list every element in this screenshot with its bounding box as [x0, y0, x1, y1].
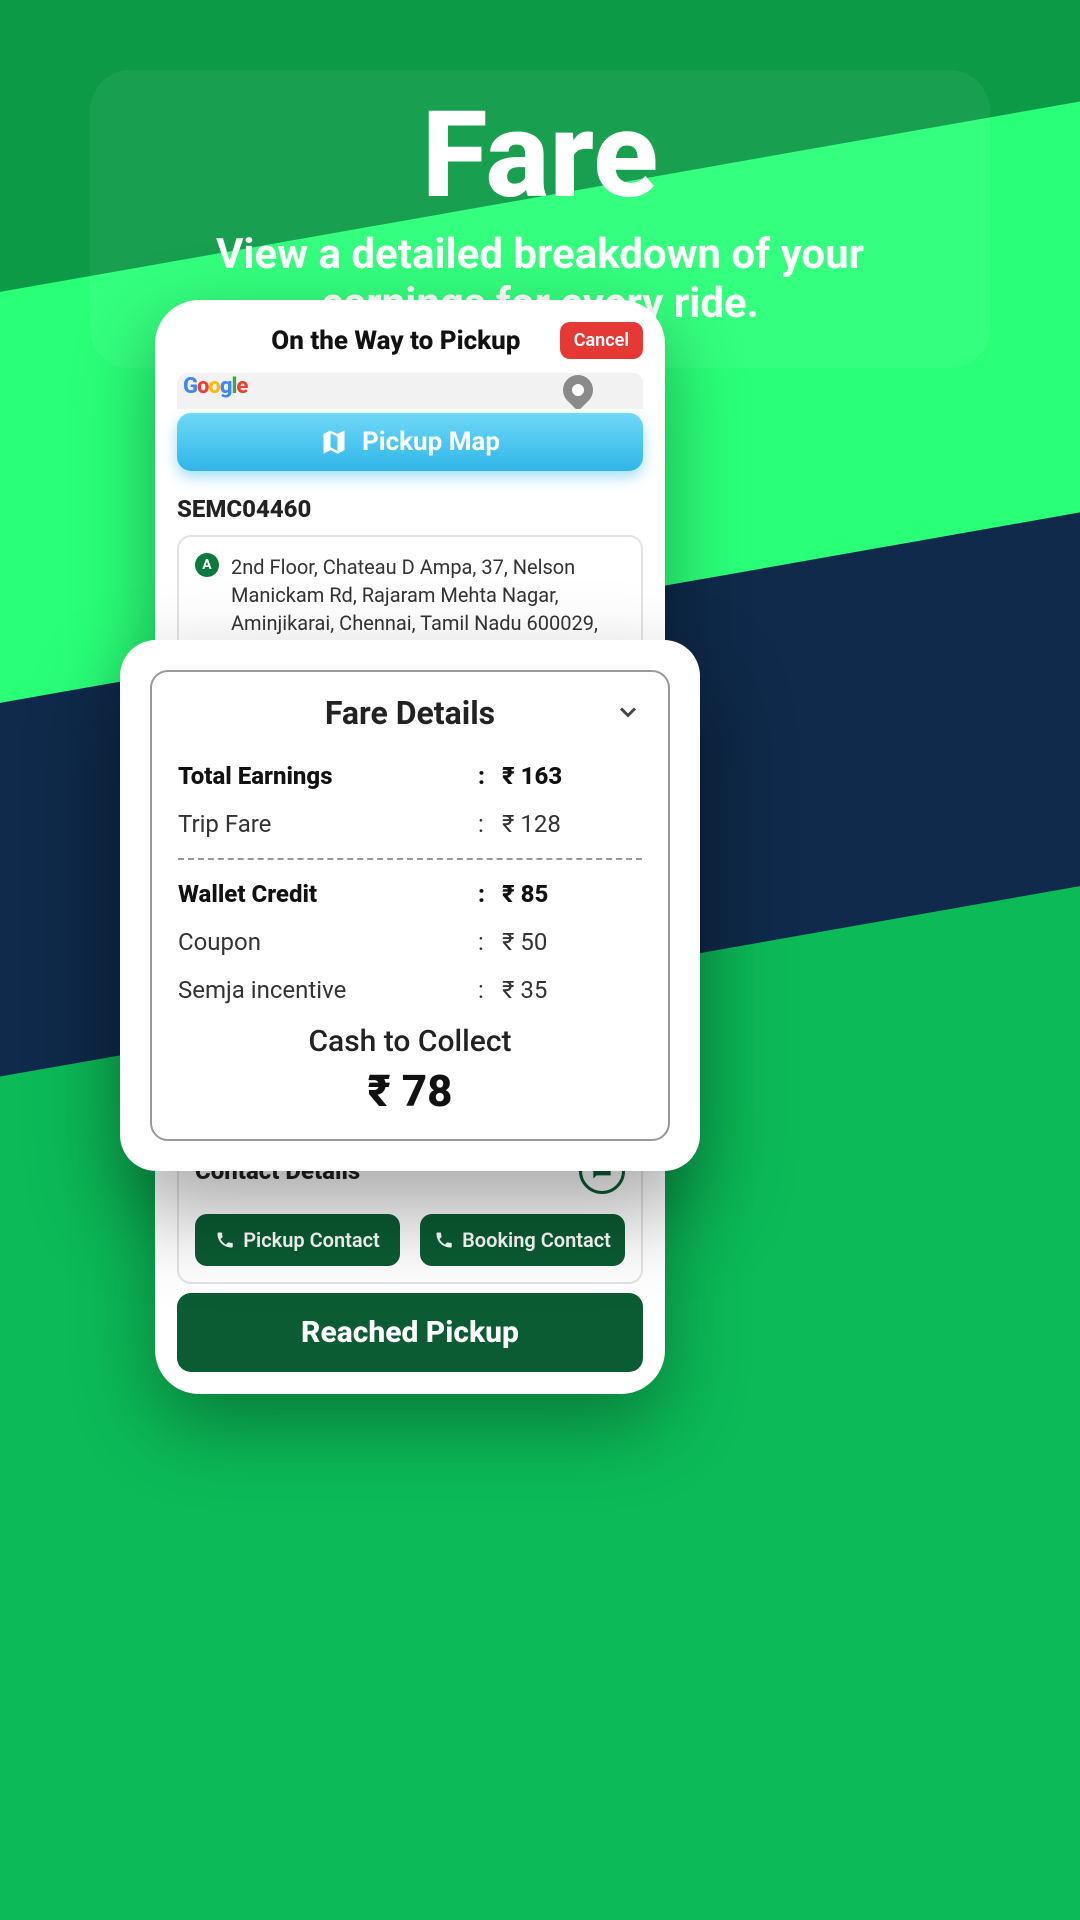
pickup-map-button[interactable]: Pickup Map: [177, 413, 643, 471]
booking-contact-label: Booking Contact: [462, 1228, 611, 1252]
pickup-address-card[interactable]: A 2nd Floor, Chateau D Ampa, 37, Nelson …: [177, 535, 643, 655]
fare-label: Wallet Credit: [178, 880, 478, 908]
map-pin-icon: [557, 373, 599, 409]
fare-row-incentive: Semja incentive : ₹ 35: [178, 976, 642, 1004]
trip-status-title: On the Way to Pickup: [177, 326, 560, 356]
cash-to-collect-section: Cash to Collect ₹ 78: [178, 1024, 642, 1117]
phone-icon: [434, 1230, 454, 1250]
trip-id: SEMC04460: [177, 495, 643, 523]
fare-label: Semja incentive: [178, 976, 478, 1004]
colon: :: [478, 880, 502, 908]
phone-icon: [215, 1230, 235, 1250]
map-icon: [320, 428, 348, 456]
fare-value: ₹ 85: [502, 880, 642, 908]
reached-pickup-button[interactable]: Reached Pickup: [177, 1293, 643, 1372]
address-point-badge: A: [195, 553, 219, 577]
cancel-button[interactable]: Cancel: [560, 322, 643, 359]
map-preview[interactable]: Google: [177, 373, 643, 409]
fare-value: ₹ 163: [502, 762, 642, 790]
colon: :: [478, 810, 502, 838]
trip-header: On the Way to Pickup Cancel: [177, 322, 643, 359]
colon: :: [478, 762, 502, 790]
pickup-contact-button[interactable]: Pickup Contact: [195, 1214, 400, 1266]
chevron-down-icon: [614, 698, 642, 726]
cash-to-collect-label: Cash to Collect: [178, 1024, 642, 1059]
colon: :: [478, 976, 502, 1004]
fare-details-card: Fare Details Total Earnings : ₹ 163 Trip…: [120, 640, 700, 1171]
fare-value: ₹ 35: [502, 976, 642, 1004]
fare-row-coupon: Coupon : ₹ 50: [178, 928, 642, 956]
fare-label: Coupon: [178, 928, 478, 956]
hero-title: Fare: [130, 90, 950, 222]
fare-row-trip-fare: Trip Fare : ₹ 128: [178, 810, 642, 838]
divider: [178, 858, 642, 860]
pickup-map-label: Pickup Map: [362, 427, 500, 457]
fare-details-header[interactable]: Fare Details: [178, 694, 642, 732]
cash-to-collect-amount: ₹ 78: [178, 1065, 642, 1117]
collapse-toggle[interactable]: [614, 698, 642, 730]
fare-value: ₹ 50: [502, 928, 642, 956]
fare-value: ₹ 128: [502, 810, 642, 838]
fare-label: Trip Fare: [178, 810, 478, 838]
booking-contact-button[interactable]: Booking Contact: [420, 1214, 625, 1266]
pickup-contact-label: Pickup Contact: [243, 1228, 380, 1252]
fare-row-total-earnings: Total Earnings : ₹ 163: [178, 762, 642, 790]
app-promo-background: Fare View a detailed breakdown of your e…: [0, 0, 1080, 1920]
fare-label: Total Earnings: [178, 762, 478, 790]
fare-details-panel: Fare Details Total Earnings : ₹ 163 Trip…: [150, 670, 670, 1141]
google-logo-icon: Google: [177, 373, 247, 398]
colon: :: [478, 928, 502, 956]
fare-row-wallet-credit: Wallet Credit : ₹ 85: [178, 880, 642, 908]
fare-details-title: Fare Details: [325, 694, 495, 732]
